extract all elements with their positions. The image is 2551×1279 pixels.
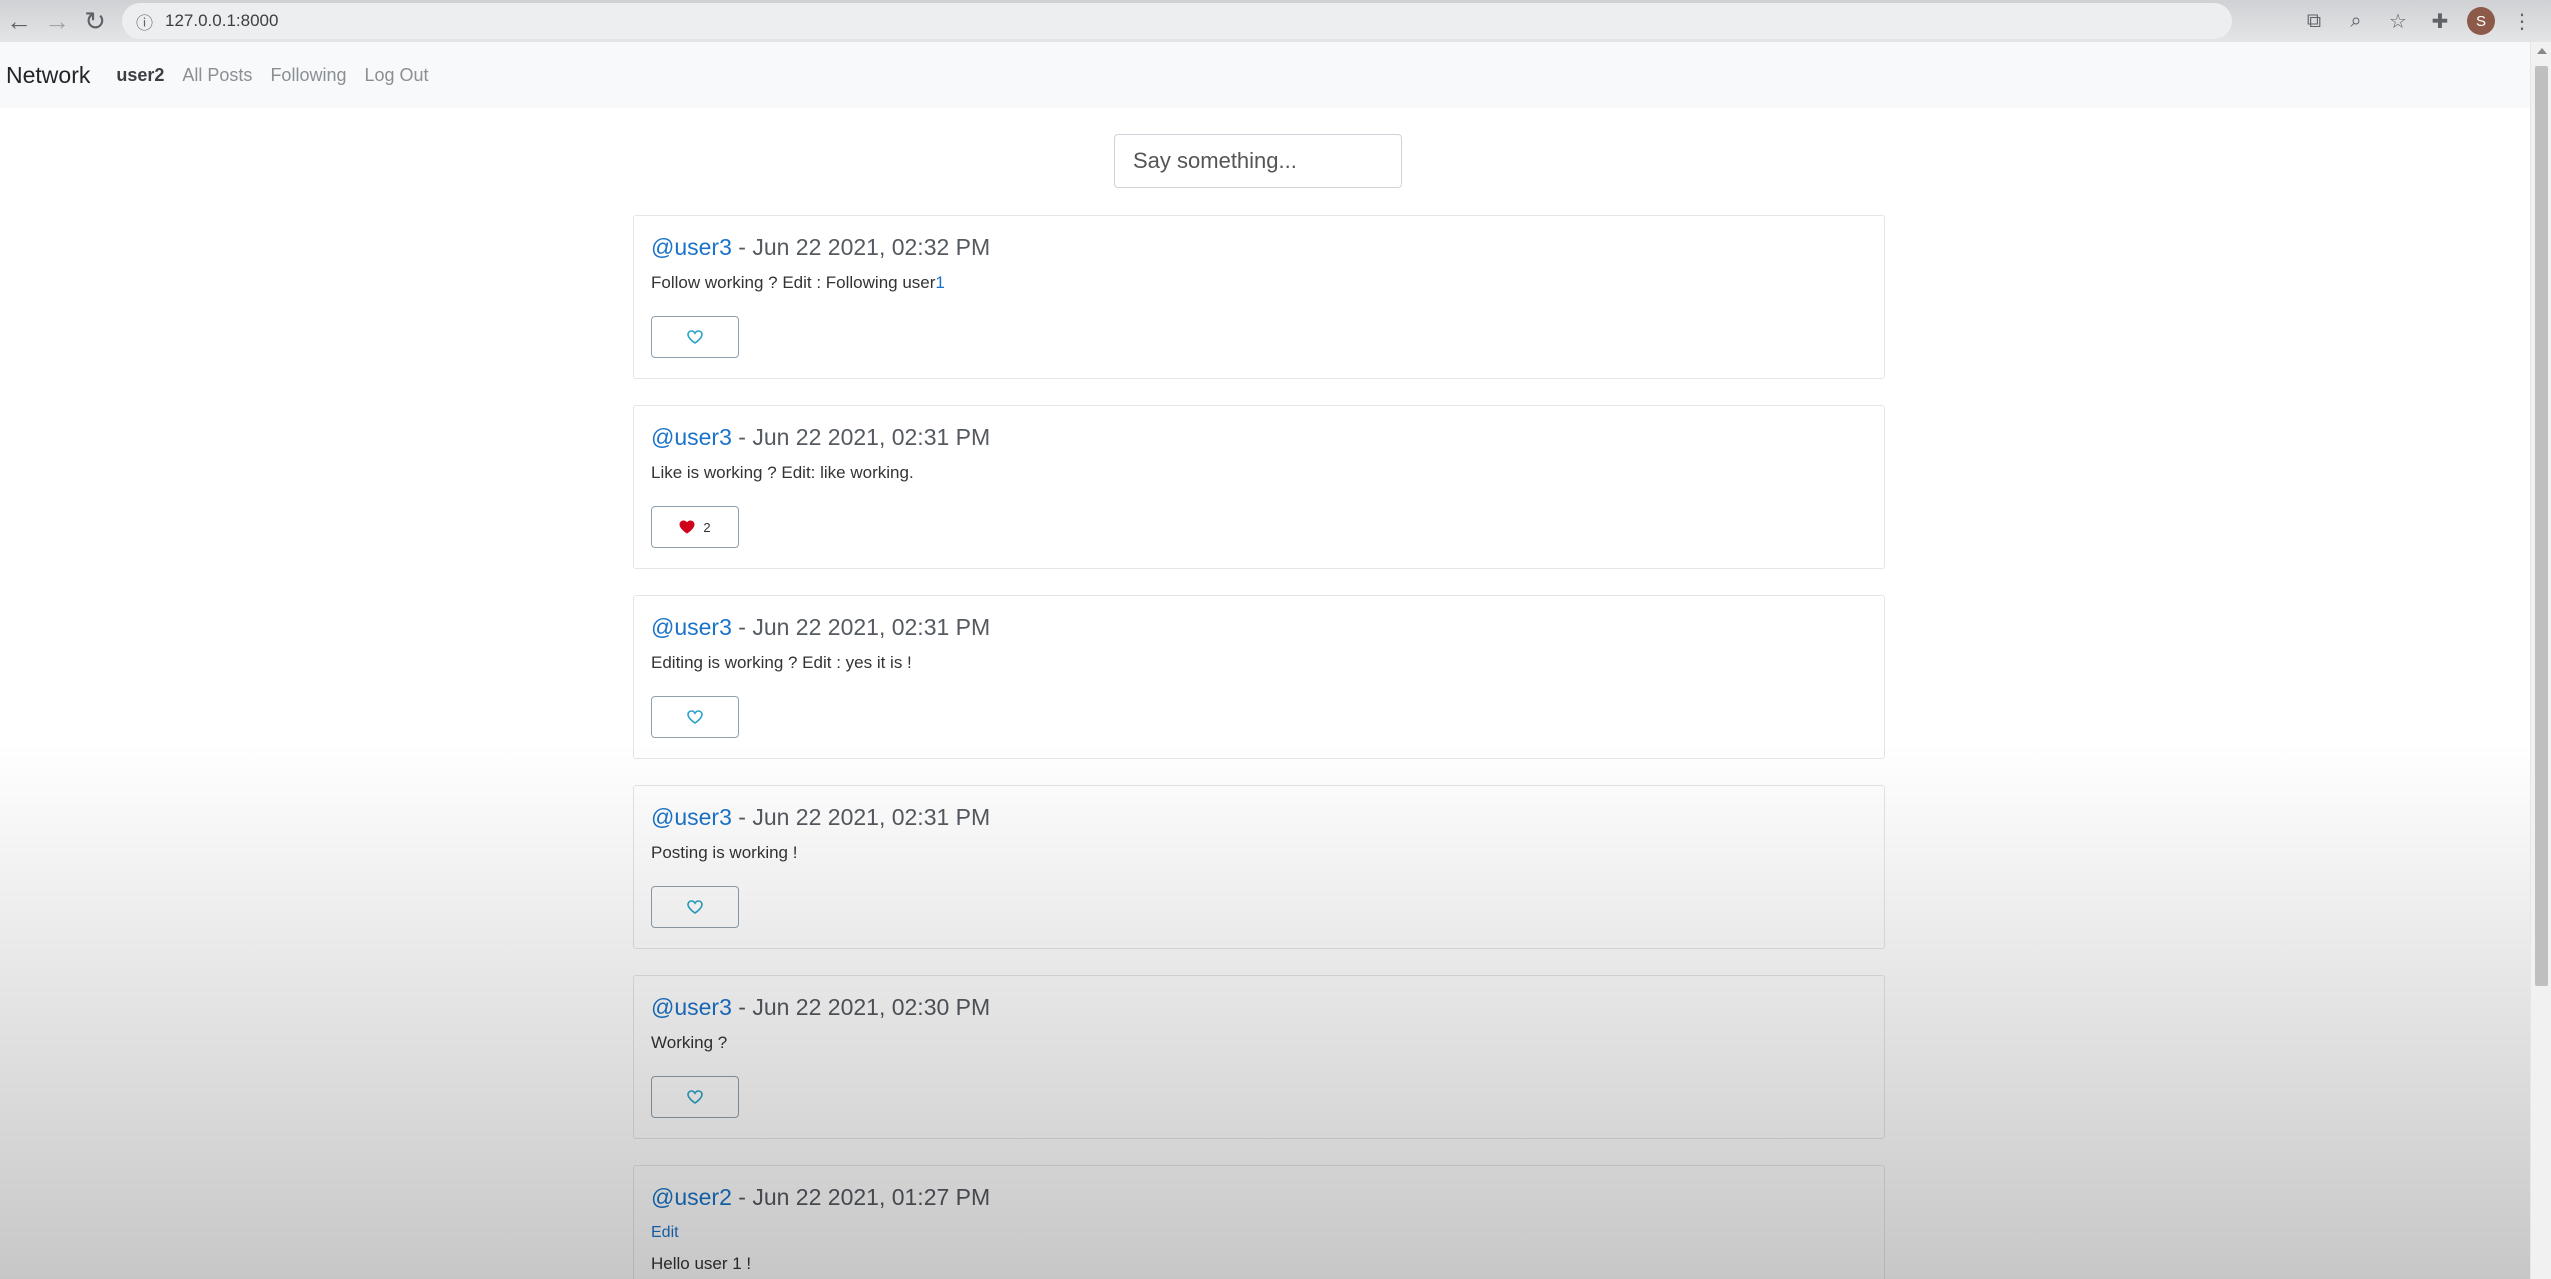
post-date: - Jun 22 2021, 02:32 PM <box>731 234 991 260</box>
scrollbar-thumb[interactable] <box>2535 66 2548 986</box>
post-content: Like is working ? Edit: like working. <box>651 463 914 483</box>
post-content-text: Like is working ? Edit: like working. <box>651 463 914 482</box>
zoom-icon[interactable]: ⌕ <box>2341 6 2371 36</box>
post-header: @user2 - Jun 22 2021, 01:27 PM <box>651 1184 990 1211</box>
nav-following-link[interactable]: Following <box>270 65 346 86</box>
like-button[interactable]: 2 <box>651 506 739 548</box>
edit-post-link[interactable]: Edit <box>651 1224 679 1242</box>
post-card: @user3 - Jun 22 2021, 02:30 PM Working ? <box>633 975 1885 1139</box>
arrow-left-icon[interactable]: ← <box>0 2 38 40</box>
post-content-text: Working ? <box>651 1033 728 1052</box>
reload-icon[interactable]: ↻ <box>76 2 114 40</box>
new-post-placeholder: Say something... <box>1133 148 1297 173</box>
post-header: @user3 - Jun 22 2021, 02:31 PM <box>651 614 990 641</box>
post-card: @user3 - Jun 22 2021, 02:32 PM Follow wor… <box>633 215 1885 379</box>
post-header: @user3 - Jun 22 2021, 02:31 PM <box>651 804 990 831</box>
post-card: @user3 - Jun 22 2021, 02:31 PM Posting is… <box>633 785 1885 949</box>
post-date: - Jun 22 2021, 02:31 PM <box>731 804 991 830</box>
post-header: @user3 - Jun 22 2021, 02:31 PM <box>651 424 990 451</box>
post-header: @user3 - Jun 22 2021, 02:32 PM <box>651 234 990 261</box>
post-date: - Jun 22 2021, 01:27 PM <box>731 1184 991 1210</box>
nav-logout-link[interactable]: Log Out <box>364 65 428 86</box>
heart-icon <box>679 520 695 534</box>
post-author-link[interactable]: @user3 <box>651 424 732 450</box>
new-post-input[interactable]: Say something... <box>1114 134 1402 188</box>
nav-user-link[interactable]: user2 <box>116 65 164 86</box>
address-bar[interactable]: ⓘ 127.0.0.1:8000 <box>122 3 2232 39</box>
post-content-text: Follow working ? Edit : Following user <box>651 273 936 292</box>
puzzle-icon[interactable]: ✚ <box>2425 6 2455 36</box>
heart-icon <box>687 330 703 344</box>
post-date: - Jun 22 2021, 02:31 PM <box>731 614 991 640</box>
post-header: @user3 - Jun 22 2021, 02:30 PM <box>651 994 990 1021</box>
post-content-tail: 1 <box>935 273 945 292</box>
post-content: Hello user 1 ! <box>651 1254 751 1274</box>
nav-all-posts-link[interactable]: All Posts <box>182 65 252 86</box>
arrow-right-icon[interactable]: → <box>38 2 76 40</box>
brand-link[interactable]: Network <box>6 62 90 89</box>
browser-toolbar: ← → ↻ ⓘ 127.0.0.1:8000 ⧉ ⌕ ☆ ✚ S ⋮ <box>0 0 2551 42</box>
post-content-text: Hello user 1 ! <box>651 1254 752 1273</box>
post-card: @user3 - Jun 22 2021, 02:31 PM Editing is… <box>633 595 1885 759</box>
star-icon[interactable]: ☆ <box>2383 6 2413 36</box>
page-viewport: Network user2 All Posts Following Log Ou… <box>0 42 2530 1279</box>
heart-icon <box>687 900 703 914</box>
post-card: @user2 - Jun 22 2021, 01:27 PM Edit Hello … <box>633 1165 1885 1279</box>
post-author-link[interactable]: @user2 <box>651 1184 732 1210</box>
page-scrollbar[interactable] <box>2530 42 2551 1279</box>
url-text: 127.0.0.1:8000 <box>165 11 279 30</box>
post-date: - Jun 22 2021, 02:31 PM <box>731 424 991 450</box>
heart-icon <box>687 710 703 724</box>
like-button[interactable] <box>651 696 739 738</box>
post-content-text: Editing is working ? Edit : yes it is ! <box>651 653 912 672</box>
post-content-text: Posting is working ! <box>651 843 798 862</box>
like-count: 2 <box>703 519 711 535</box>
info-icon[interactable]: ⓘ <box>136 9 153 34</box>
like-button[interactable] <box>651 316 739 358</box>
translate-icon[interactable]: ⧉ <box>2299 6 2329 36</box>
post-author-link[interactable]: @user3 <box>651 804 732 830</box>
post-content: Working ? <box>651 1033 727 1053</box>
post-author-link[interactable]: @user3 <box>651 234 732 260</box>
post-author-link[interactable]: @user3 <box>651 614 732 640</box>
kebab-menu-icon[interactable]: ⋮ <box>2507 6 2537 36</box>
like-button[interactable] <box>651 886 739 928</box>
post-author-link[interactable]: @user3 <box>651 994 732 1020</box>
post-content: Editing is working ? Edit : yes it is ! <box>651 653 912 673</box>
avatar[interactable]: S <box>2467 7 2495 35</box>
post-card: @user3 - Jun 22 2021, 02:31 PM Like is wo… <box>633 405 1885 569</box>
heart-icon <box>687 1090 703 1104</box>
post-content: Posting is working ! <box>651 843 797 863</box>
post-content: Follow working ? Edit : Following user1 <box>651 273 945 293</box>
post-date: - Jun 22 2021, 02:30 PM <box>731 994 991 1020</box>
app-navbar: Network user2 All Posts Following Log Ou… <box>0 42 2530 108</box>
like-button[interactable] <box>651 1076 739 1118</box>
